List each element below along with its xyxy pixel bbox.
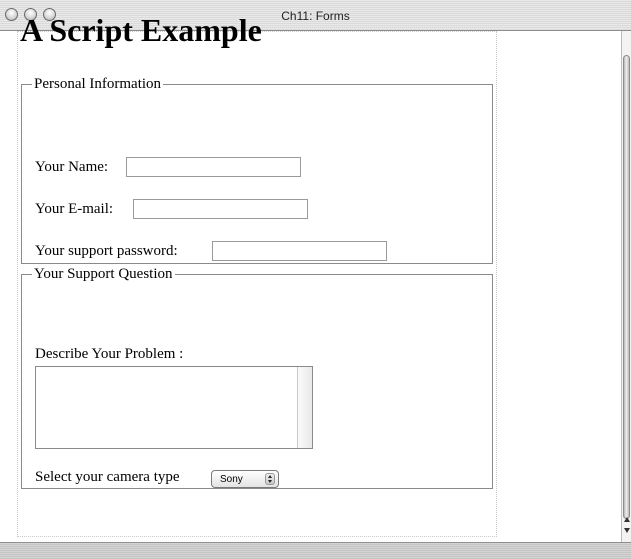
password-label: Your support password:: [35, 243, 178, 259]
scroll-up-arrow-icon[interactable]: [624, 517, 630, 522]
email-input[interactable]: [133, 199, 308, 219]
personal-information-legend: Personal Information: [32, 75, 164, 93]
problem-label: Describe Your Problem :: [35, 346, 184, 362]
scroll-down-arrow-icon[interactable]: [624, 528, 630, 533]
password-input[interactable]: [212, 241, 387, 261]
select-stepper-icon: [265, 473, 275, 485]
textarea-scrollbar[interactable]: [297, 367, 312, 448]
email-label: Your E-mail:: [35, 201, 114, 217]
scrollbar-thumb[interactable]: [623, 55, 630, 519]
name-label: Your Name:: [35, 159, 109, 175]
window-bottom-bar: [0, 542, 631, 559]
camera-type-select[interactable]: Sony: [211, 470, 279, 488]
page-title: A Script Example: [20, 12, 262, 48]
camera-label: Select your camera type: [35, 469, 180, 485]
camera-type-selected-value: Sony: [220, 474, 243, 485]
vertical-scrollbar[interactable]: [621, 31, 631, 542]
name-input[interactable]: [126, 157, 301, 177]
problem-textarea[interactable]: [35, 366, 313, 449]
support-question-legend: Your Support Question: [32, 265, 175, 283]
